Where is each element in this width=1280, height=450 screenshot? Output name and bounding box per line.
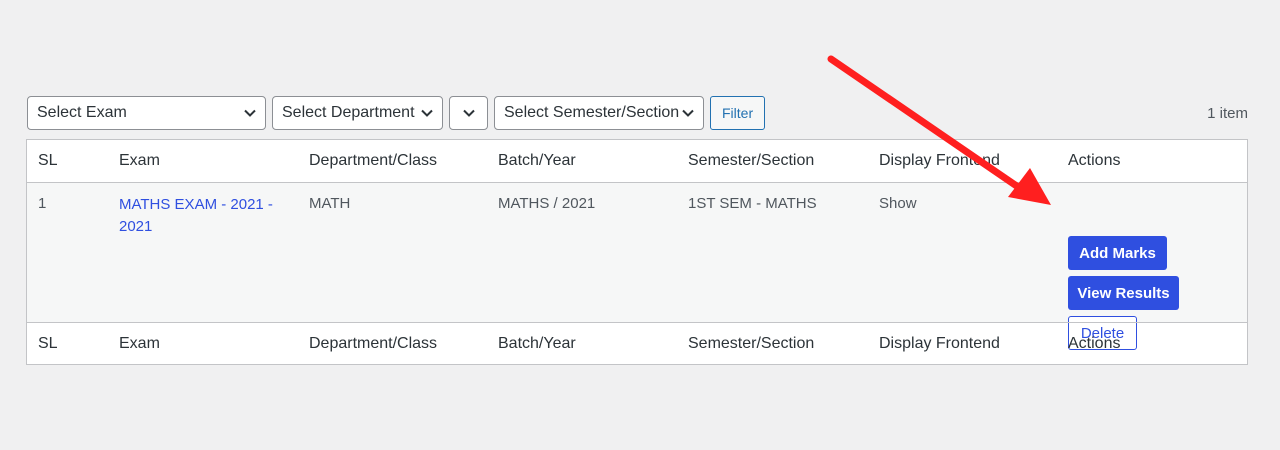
chevron-down-icon bbox=[462, 109, 475, 117]
exam-select-value: Select Exam bbox=[37, 104, 127, 121]
row-sl: 1 bbox=[38, 195, 47, 212]
add-marks-button[interactable]: Add Marks bbox=[1068, 236, 1167, 270]
column-footer-display[interactable]: Display Frontend bbox=[879, 335, 1000, 353]
chevron-down-icon bbox=[421, 109, 433, 117]
row-display-frontend: Show bbox=[879, 195, 917, 212]
column-header-department[interactable]: Department/Class bbox=[309, 152, 437, 170]
table-row: 1 MATHS EXAM - 2021 - 2021 MATH MATHS / … bbox=[27, 183, 1247, 350]
column-footer-actions: Actions bbox=[1068, 335, 1121, 352]
chevron-down-icon bbox=[682, 109, 694, 117]
column-header-actions: Actions bbox=[1068, 152, 1121, 169]
column-footer-sl[interactable]: SL bbox=[38, 335, 58, 353]
semester-select[interactable]: Select Semester/Section bbox=[494, 96, 704, 130]
row-batch: MATHS / 2021 bbox=[498, 195, 596, 212]
filter-bar: Select Exam Select Department Select Sem… bbox=[27, 96, 766, 130]
batch-select[interactable] bbox=[449, 96, 488, 130]
column-header-exam[interactable]: Exam bbox=[119, 152, 160, 170]
table-footer: SL Exam Department/Class Batch/Year Seme… bbox=[27, 322, 1247, 364]
department-select-value: Select Department bbox=[282, 104, 415, 121]
chevron-down-icon bbox=[244, 109, 256, 117]
table-header: SL Exam Department/Class Batch/Year Seme… bbox=[27, 140, 1247, 183]
exams-table: SL Exam Department/Class Batch/Year Seme… bbox=[26, 139, 1248, 365]
exam-link[interactable]: MATHS EXAM - 2021 - 2021 bbox=[119, 194, 284, 238]
row-semester: 1ST SEM - MATHS bbox=[688, 195, 817, 212]
column-header-sl[interactable]: SL bbox=[38, 152, 58, 170]
view-results-button[interactable]: View Results bbox=[1068, 276, 1179, 310]
column-footer-semester[interactable]: Semester/Section bbox=[688, 335, 814, 353]
row-department: MATH bbox=[309, 195, 351, 212]
column-header-batch[interactable]: Batch/Year bbox=[498, 152, 576, 170]
column-header-display[interactable]: Display Frontend bbox=[879, 152, 1000, 170]
column-footer-batch[interactable]: Batch/Year bbox=[498, 335, 576, 353]
item-count: 1 item bbox=[1207, 105, 1248, 122]
column-footer-department[interactable]: Department/Class bbox=[309, 335, 437, 353]
department-select[interactable]: Select Department bbox=[272, 96, 443, 130]
column-header-semester[interactable]: Semester/Section bbox=[688, 152, 814, 170]
filter-button[interactable]: Filter bbox=[710, 96, 766, 130]
exam-select[interactable]: Select Exam bbox=[27, 96, 266, 130]
column-footer-exam[interactable]: Exam bbox=[119, 335, 160, 353]
semester-select-value: Select Semester/Section bbox=[504, 104, 680, 121]
